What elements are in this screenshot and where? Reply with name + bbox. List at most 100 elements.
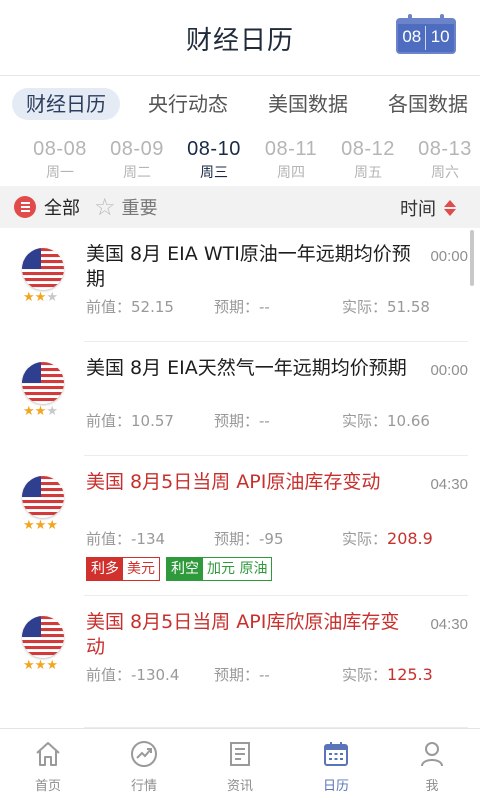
sort-icon bbox=[444, 199, 456, 217]
event-row[interactable]: ★★★ 美国 8月5日当周 API库欣原油库存变动 04:30 前值：-130.4 预期… bbox=[0, 596, 480, 728]
star-filled-icon: ★ bbox=[34, 658, 47, 673]
sort-by-time-button[interactable]: 时间 bbox=[400, 195, 456, 221]
filter-all-label: 全部 bbox=[44, 198, 80, 219]
weekday-label: 周五 bbox=[354, 165, 382, 181]
nav-market[interactable]: 行情 bbox=[96, 729, 192, 800]
impact-tags: 利多 美元 利空 加元 原油 bbox=[86, 557, 278, 581]
previous-value: 前值：-134 bbox=[86, 530, 166, 548]
tab-us-data[interactable]: 美国数据 bbox=[268, 88, 348, 120]
nav-calendar[interactable]: 日历 bbox=[288, 729, 384, 800]
sort-time-label: 时间 bbox=[400, 199, 436, 220]
nav-home-label: 首页 bbox=[34, 779, 61, 794]
user-icon bbox=[421, 742, 443, 767]
filter-important-button[interactable]: ☆ 重要 bbox=[94, 194, 158, 220]
star-filled-icon: ★ bbox=[34, 518, 47, 533]
event-values: 前值：-134 预期：-95 实际：208.9 bbox=[86, 528, 446, 548]
date-label: 08-09 bbox=[110, 138, 164, 160]
date-label: 08-12 bbox=[341, 138, 395, 160]
calendar-icon bbox=[324, 742, 348, 766]
star-filled-icon: ★ bbox=[23, 290, 35, 305]
tab-finance-calendar[interactable]: 财经日历 bbox=[12, 88, 120, 120]
event-row[interactable]: ★★★ 美国 8月 EIA WTI原油一年远期均价预期 00:00 前值：52.15 预… bbox=[0, 228, 480, 342]
event-time: 04:30 bbox=[430, 476, 468, 493]
event-title: 美国 8月5日当周 API库欣原油库存变动 bbox=[86, 611, 400, 658]
tab-country-data[interactable]: 各国数据 bbox=[388, 88, 468, 120]
star-filled-icon: ★ bbox=[46, 518, 58, 533]
event-values: 前值：52.15 预期：-- 实际：51.58 bbox=[86, 296, 446, 316]
list-icon bbox=[14, 196, 36, 218]
event-row[interactable]: ★★★ 美国 8月5日当周 API原油库存变动 04:30 前值：-134 预期：-95… bbox=[0, 456, 480, 596]
star-filled-icon: ★ bbox=[34, 290, 47, 305]
event-values: 前值：-130.4 预期：-- 实际：125.3 bbox=[86, 664, 446, 684]
weekday-label: 周六 bbox=[431, 165, 459, 181]
filter-important-label: 重要 bbox=[121, 198, 158, 219]
nav-home[interactable]: 首页 bbox=[0, 729, 96, 800]
us-flag-icon bbox=[22, 362, 64, 404]
date-item[interactable]: 08-13 周六 bbox=[405, 138, 480, 182]
filter-bar: 全部 ☆ 重要 时间 bbox=[0, 186, 480, 228]
weekday-label: 周一 bbox=[46, 165, 74, 181]
filter-all-button[interactable]: 全部 bbox=[14, 195, 80, 219]
event-time: 00:00 bbox=[430, 362, 468, 379]
star-filled-icon: ★ bbox=[34, 404, 47, 419]
category-tabs: 财经日历 央行动态 美国数据 各国数据 bbox=[0, 78, 480, 128]
date-strip: 08-07 08-08 周一 08-09 周二 08-10 周三 08-11 周… bbox=[0, 132, 480, 182]
star-filled-icon: ★ bbox=[23, 658, 35, 673]
date-item[interactable]: 08-11 周四 bbox=[251, 138, 331, 182]
date-label: 08-11 bbox=[264, 138, 318, 160]
importance-stars: ★★★ bbox=[23, 404, 67, 419]
date-label: 08-13 bbox=[418, 138, 472, 160]
actual-value: 实际：208.9 bbox=[342, 529, 433, 548]
date-item[interactable]: 08-12 周五 bbox=[328, 138, 408, 182]
date-label: 08-10 bbox=[187, 138, 241, 160]
calendar-date-button[interactable]: 08 10 bbox=[396, 14, 456, 54]
star-filled-icon: ★ bbox=[23, 404, 35, 419]
event-title: 美国 8月 EIA WTI原油一年远期均价预期 bbox=[86, 243, 411, 290]
importance-stars: ★★★ bbox=[23, 518, 67, 533]
date-item[interactable]: 08-08 周一 bbox=[20, 138, 100, 182]
previous-value: 前值：52.15 bbox=[86, 298, 174, 316]
star-outline-icon: ☆ bbox=[94, 193, 116, 221]
event-time: 00:00 bbox=[430, 248, 468, 265]
event-title: 美国 8月5日当周 API原油库存变动 bbox=[86, 471, 381, 493]
date-item[interactable]: 08-09 周二 bbox=[97, 138, 177, 182]
us-flag-icon bbox=[22, 476, 64, 518]
calendar-badge-date: 08 10 bbox=[398, 27, 454, 47]
star-filled-icon: ★ bbox=[23, 518, 35, 533]
bullish-tag: 利多 美元 bbox=[86, 557, 160, 581]
event-values: 前值：10.57 预期：-- 实际：10.66 bbox=[86, 410, 446, 430]
star-empty-icon: ★ bbox=[46, 290, 58, 305]
previous-value: 前值：10.57 bbox=[86, 412, 174, 430]
weekday-label: 周四 bbox=[277, 165, 305, 181]
bearish-tag: 利空 加元 原油 bbox=[166, 557, 273, 581]
importance-stars: ★★★ bbox=[23, 658, 67, 673]
calendar-ring-icon bbox=[440, 14, 444, 22]
weekday-label: 周二 bbox=[123, 165, 151, 181]
event-title: 美国 8月 EIA天然气一年远期均价预期 bbox=[86, 357, 407, 379]
tab-central-bank[interactable]: 央行动态 bbox=[148, 88, 228, 120]
forecast-value: 预期：-- bbox=[214, 298, 270, 316]
event-list[interactable]: ★★★ 美国 8月 EIA WTI原油一年远期均价预期 00:00 前值：52.15 预… bbox=[0, 228, 480, 728]
star-filled-icon: ★ bbox=[46, 658, 58, 673]
market-chart-icon bbox=[131, 741, 157, 767]
date-label: 08-08 bbox=[33, 138, 87, 160]
nav-calendar-label: 日历 bbox=[322, 779, 349, 794]
news-icon bbox=[230, 742, 250, 766]
actual-value: 实际：10.66 bbox=[342, 412, 430, 430]
actual-value: 实际：125.3 bbox=[342, 665, 433, 684]
event-row[interactable]: ★★★ 美国 8月 EIA天然气一年远期均价预期 00:00 前值：10.57 预期：-… bbox=[0, 342, 480, 456]
nav-news-label: 资讯 bbox=[226, 779, 253, 794]
us-flag-icon bbox=[22, 616, 64, 658]
forecast-value: 预期：-- bbox=[214, 666, 270, 684]
date-item[interactable]: 08-07 bbox=[0, 138, 10, 162]
us-flag-icon bbox=[22, 248, 64, 290]
date-item-selected[interactable]: 08-10 周三 bbox=[174, 138, 254, 182]
nav-news[interactable]: 资讯 bbox=[192, 729, 288, 800]
calendar-ring-icon bbox=[408, 14, 412, 22]
weekday-label: 周三 bbox=[200, 165, 228, 181]
forecast-value: 预期：-95 bbox=[214, 530, 284, 548]
date-label: 08-07 bbox=[0, 138, 10, 161]
nav-me[interactable]: 我 bbox=[384, 729, 480, 800]
bottom-nav: 首页 行情 资讯 日历 我 bbox=[0, 728, 480, 800]
calendar-badge-month: 08 bbox=[402, 27, 422, 46]
